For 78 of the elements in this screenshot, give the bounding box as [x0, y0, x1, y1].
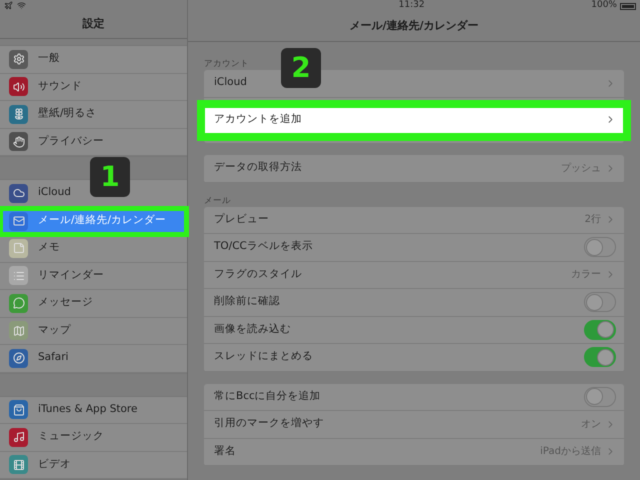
flower-icon: [12, 108, 24, 120]
sidebar-item[interactable]: 一般: [0, 46, 187, 74]
sidebar-item[interactable]: Safari: [0, 345, 187, 372]
wifi-icon: [17, 1, 26, 10]
settings-row[interactable]: プレビュー 2行: [204, 206, 624, 234]
toggle-switch[interactable]: [584, 347, 616, 368]
airplane-icon: [4, 1, 13, 10]
sidebar-label: iTunes & App Store: [38, 402, 138, 417]
row-label: アカウントを追加: [214, 112, 302, 127]
toggle-switch[interactable]: [584, 237, 616, 258]
sidebar-item[interactable]: メール/連絡先/カレンダー: [0, 208, 187, 235]
compass-icon: [12, 352, 24, 364]
row-label: フラグのスタイル: [214, 266, 302, 282]
music-note-icon: [12, 431, 24, 444]
battery-icon: [620, 2, 636, 10]
row-value: 2行: [584, 213, 601, 228]
sidebar-item[interactable]: リマインダー: [0, 262, 187, 290]
sidebar-title: 設定: [82, 16, 104, 32]
toggle-switch[interactable]: [584, 292, 616, 312]
settings-row[interactable]: データの取得方法 プッシュ: [204, 155, 624, 182]
sidebar-label: 一般: [38, 51, 60, 66]
sidebar-label: メモ: [38, 240, 60, 256]
sidebar-label: 壁紙/明るさ: [38, 106, 97, 122]
sidebar-label: メッセージ: [38, 295, 93, 310]
sidebar-item[interactable]: メモ: [0, 235, 187, 262]
row-label: iCloud: [214, 75, 247, 90]
settings-row[interactable]: フラグのスタイル カラー: [204, 262, 624, 289]
sidebar-label: ミュージック: [38, 429, 104, 444]
row-label: 画像を読み込む: [214, 322, 291, 337]
sidebar-label: ビデオ: [38, 456, 71, 472]
sidebar-item[interactable]: 壁紙/明るさ: [0, 101, 187, 128]
envelope-icon: [12, 215, 24, 228]
cloud-icon: [12, 187, 24, 200]
sidebar-label: iCloud: [38, 185, 71, 200]
row-value: カラー: [571, 268, 601, 282]
row-value: iPadから送信: [540, 445, 601, 460]
sidebar-item[interactable]: ビデオ: [0, 452, 187, 479]
step-badge: 1: [90, 157, 130, 197]
film-icon: [12, 458, 24, 471]
map-icon: [12, 324, 24, 337]
row-label: データの取得方法: [214, 160, 302, 176]
row-value: プッシュ: [561, 162, 601, 176]
speech-bubble-icon: [12, 297, 24, 310]
section-header: メール: [204, 194, 231, 206]
sidebar-item[interactable]: メッセージ: [0, 290, 187, 318]
sidebar-label: サウンド: [38, 78, 82, 94]
step-badge: 2: [281, 48, 321, 88]
row-label: 常にBccに自分を追加: [214, 388, 321, 404]
sidebar-item[interactable]: iTunes & App Store: [0, 396, 187, 424]
sidebar-item[interactable]: プライバシー: [0, 128, 187, 156]
sidebar-item[interactable]: サウンド: [0, 74, 187, 101]
sidebar-label: リマインダー: [38, 268, 104, 283]
row-label: プレビュー: [214, 212, 269, 227]
sidebar-item[interactable]: マップ: [0, 318, 187, 345]
toggle-switch[interactable]: [584, 320, 616, 340]
sidebar-item[interactable]: ミュージック: [0, 424, 187, 452]
toggle-switch[interactable]: [584, 386, 616, 407]
row-label: TO/CCラベルを表示: [214, 239, 313, 254]
sidebar-label: マップ: [38, 322, 71, 338]
sidebar-label: プライバシー: [38, 134, 104, 149]
settings-row[interactable]: 署名 iPadから送信: [204, 438, 624, 466]
sidebar-label: メール/連絡先/カレンダー: [38, 213, 166, 228]
row-label: スレッドにまとめる: [214, 349, 313, 364]
row-value: オン: [581, 418, 601, 432]
bag-icon: [12, 404, 24, 416]
clock-time: 11:32: [398, 0, 425, 12]
battery-percent: 100%: [591, 0, 617, 12]
note-icon: [12, 242, 24, 254]
sidebar-label: Safari: [38, 350, 68, 366]
row-label: 署名: [214, 444, 236, 459]
row-label: 削除前に確認: [214, 294, 280, 310]
page-title: メール/連絡先/カレンダー: [349, 18, 479, 34]
hand-icon: [12, 136, 24, 148]
settings-row[interactable]: 引用のマークを増やす オン: [204, 411, 624, 438]
section-header: アカウント: [204, 58, 249, 70]
gear-icon: [12, 53, 24, 66]
row-label: 引用のマークを増やす: [214, 416, 324, 432]
speaker-icon: [12, 80, 24, 93]
